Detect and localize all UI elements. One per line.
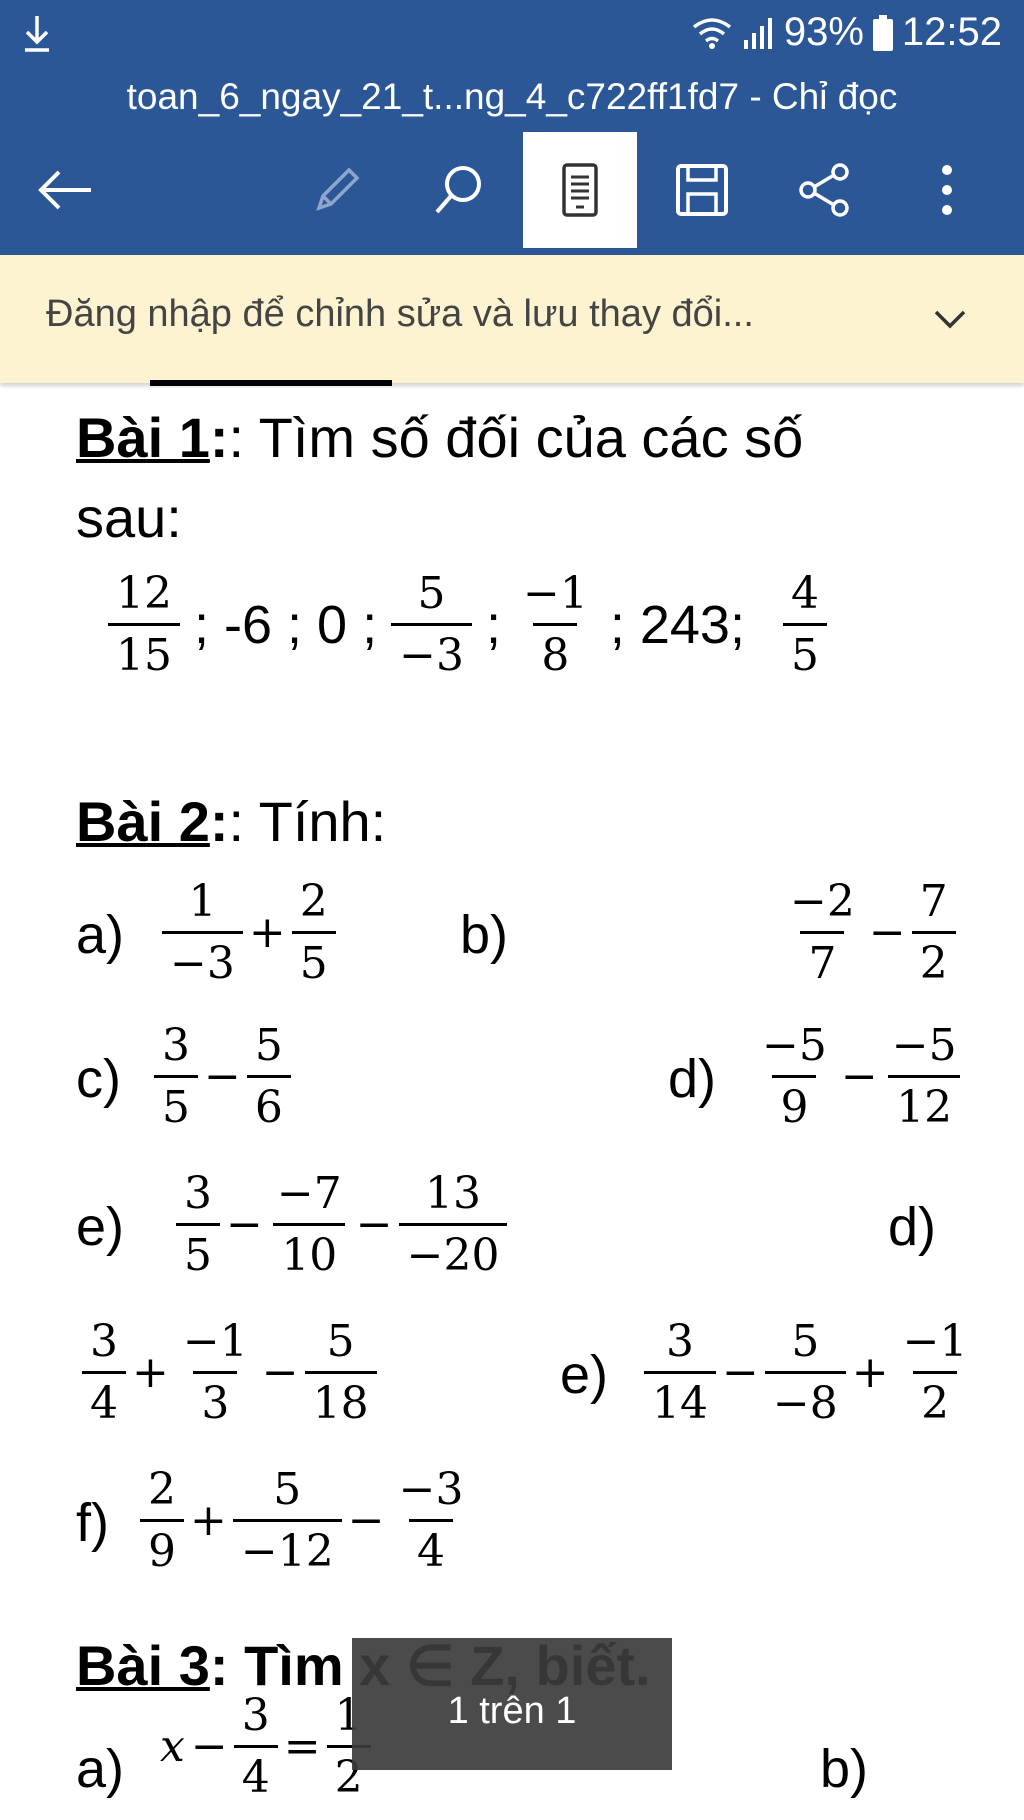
toolbar bbox=[0, 132, 1024, 248]
mobile-view-icon bbox=[562, 163, 598, 217]
fraction: 45 bbox=[782, 568, 827, 681]
bai1-text-cont: sau: bbox=[76, 486, 182, 549]
bai2-text: : Tính: bbox=[228, 790, 387, 853]
bai2-b-expr: −2 7 − 72 bbox=[778, 876, 960, 989]
document-page: Bài 1:: Tìm số đối của các số sau: 12 15 … bbox=[0, 390, 1024, 1820]
bai1-text: : Tìm số đối của các số bbox=[228, 406, 804, 469]
bai2-f-expr: 29 + 5 −12 − −3 4 bbox=[136, 1464, 475, 1577]
fraction: 12 15 bbox=[108, 568, 180, 681]
bai2-e-label: e) bbox=[76, 1197, 125, 1257]
bai2-a-label: a) bbox=[76, 905, 125, 965]
bai2-d2-expr: 34 + −1 3 − 5 18 bbox=[78, 1316, 381, 1429]
bai2-c-label: c) bbox=[76, 1049, 121, 1109]
document-rule bbox=[150, 380, 392, 386]
back-button[interactable] bbox=[8, 132, 122, 248]
mobile-view-button[interactable] bbox=[523, 132, 637, 248]
bai2-c-expr: 35 − 56 bbox=[150, 1020, 295, 1133]
more-options-button[interactable] bbox=[890, 132, 1004, 248]
sign-in-banner-text: Đăng nhập để chỉnh sửa và lưu thay đổi..… bbox=[46, 293, 754, 335]
save-button[interactable] bbox=[645, 132, 759, 248]
search-icon bbox=[435, 166, 481, 214]
bai2-d-expr: −5 9 − −5 12 bbox=[750, 1020, 969, 1133]
bai3-a-label: a) bbox=[76, 1739, 125, 1799]
bai2-b-label: b) bbox=[460, 905, 509, 965]
status-bar: 93% 12:52 bbox=[0, 0, 1024, 72]
share-icon bbox=[799, 163, 849, 217]
bai2-a-expr: 1 −3 + 25 bbox=[158, 876, 340, 989]
edit-button[interactable] bbox=[280, 132, 394, 248]
share-button[interactable] bbox=[767, 132, 881, 248]
bai2-heading: Bài 2:: Tính: bbox=[76, 790, 387, 853]
bai2-e2-label: e) bbox=[560, 1345, 609, 1405]
battery-percent: 93% bbox=[783, 10, 864, 54]
save-icon bbox=[676, 164, 728, 216]
document-title: toan_6_ngay_21_t...ng_4_c722ff1fd7 - Chỉ… bbox=[126, 76, 898, 117]
more-vertical-icon bbox=[942, 165, 952, 215]
sign-in-banner[interactable]: Đăng nhập để chỉnh sửa và lưu thay đổi..… bbox=[0, 255, 1024, 383]
bai2-e2-expr: 3 14 − 5 −8 + −1 2 bbox=[640, 1316, 980, 1429]
bai3-a-expr: x − 34 = 12 bbox=[160, 1690, 375, 1803]
status-icons: 93% 12:52 bbox=[690, 10, 1002, 55]
clock: 12:52 bbox=[901, 10, 1002, 54]
app-bar: 93% 12:52 toan_6_ngay_21_t...ng_4_c722ff… bbox=[0, 0, 1024, 255]
pencil-icon bbox=[316, 167, 360, 211]
bai2-f-label: f) bbox=[76, 1493, 109, 1553]
chevron-down-icon[interactable] bbox=[930, 300, 970, 340]
battery-icon bbox=[872, 14, 893, 51]
download-arrow-icon bbox=[25, 16, 49, 52]
bai2-d2-label: d) bbox=[888, 1197, 937, 1257]
page-indicator: 1 trên 1 bbox=[352, 1638, 672, 1770]
wifi-icon bbox=[692, 17, 731, 49]
bai3-label: Bài 3 bbox=[76, 1634, 210, 1697]
bai1-numbers: 12 15 ; -6 ; 0 ; 5 −3 ; −1 8 ; 243; 45 bbox=[104, 568, 831, 681]
bai2-label: Bài 2 bbox=[76, 790, 210, 853]
signal-bars-icon bbox=[743, 17, 772, 49]
bai1-heading: Bài 1:: Tìm số đối của các số bbox=[76, 406, 804, 469]
fraction: 5 −3 bbox=[391, 568, 472, 681]
bai2-e-expr: 35 − −7 10 − 13 −20 bbox=[172, 1168, 511, 1281]
search-button[interactable] bbox=[402, 132, 516, 248]
back-arrow-icon bbox=[38, 170, 91, 210]
bai2-d-label: d) bbox=[668, 1049, 717, 1109]
bai1-label: Bài 1 bbox=[76, 406, 210, 469]
bai3-b-label: b) bbox=[820, 1739, 869, 1799]
fraction: −1 8 bbox=[522, 568, 588, 681]
